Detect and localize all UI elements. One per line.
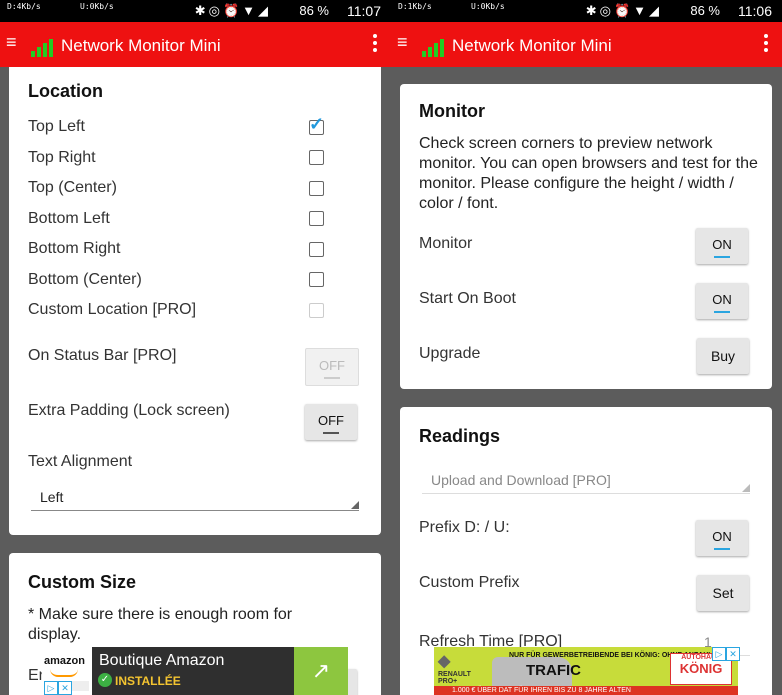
ad-model: TRAFIC (526, 662, 581, 679)
ad-close-icon[interactable]: ✕ (726, 647, 740, 661)
ad-info-icon[interactable]: ▷ (712, 647, 726, 661)
bottom-left-checkbox[interactable] (309, 211, 324, 226)
location-bottom-left-label: Bottom Left (28, 210, 110, 227)
location-top-center-label: Top (Center) (28, 179, 117, 196)
readings-mode-select[interactable]: Upload and Download [PRO] (422, 467, 750, 494)
ad-installed-status: INSTALLÉE (115, 674, 181, 688)
text-alignment-select[interactable]: Left (31, 484, 359, 511)
renault-ad-banner[interactable]: ◆ RENAULT PRO+ NUR FÜR GEWERBETREIBENDE … (434, 647, 738, 695)
clock: 11:06 (738, 3, 772, 19)
download-speed: D:1Kb/s (398, 2, 432, 11)
location-top-left-label: Top Left (28, 118, 85, 135)
location-bottom-center-label: Bottom (Center) (28, 271, 142, 288)
menu-icon[interactable]: ≡ (397, 32, 408, 53)
bottom-center-checkbox[interactable] (309, 272, 324, 287)
prefix-label: Prefix D: / U: (419, 519, 510, 536)
monitor-label: Monitor (419, 235, 473, 252)
open-external-icon[interactable]: ↗ (294, 647, 348, 695)
download-speed: D:4Kb/s (7, 2, 41, 11)
app-bar: ≡ Network Monitor Mini (0, 22, 391, 67)
battery-percent: 86 % (299, 3, 329, 18)
ad-close-icon[interactable]: ✕ (58, 681, 72, 695)
overflow-menu-icon[interactable] (764, 34, 768, 55)
ad-offer-strip: 1.000 € ÜBER DAT FÜR IHREN BIS ZU 8 JAHR… (434, 686, 738, 695)
check-circle-icon: ✓ (98, 673, 112, 687)
monitor-title: Monitor (419, 101, 485, 121)
location-title: Location (28, 81, 103, 101)
status-bar-toggle[interactable]: OFF (305, 348, 359, 386)
buy-button[interactable]: Buy (697, 338, 749, 374)
ad-info-icon[interactable]: ▷ (44, 681, 58, 695)
readings-title: Readings (419, 426, 501, 446)
location-custom-label: Custom Location [PRO] (28, 301, 197, 318)
app-title: Network Monitor Mini (61, 36, 221, 55)
amazon-ad-banner[interactable]: amazon Boutique Amazon ✓ INSTALLÉE ↗ (42, 647, 348, 695)
upload-speed: U:0Kb/s (80, 2, 114, 11)
location-card: Location Top Left ✓ Top Right Top (Cente… (9, 67, 381, 535)
dropdown-arrow-icon (742, 484, 750, 492)
app-title: Network Monitor Mini (452, 36, 612, 55)
signal-bars-icon (422, 39, 446, 57)
status-icons: ✱◎⏰▼◢ (194, 3, 271, 18)
overflow-menu-icon[interactable] (373, 34, 377, 55)
custom-size-note: * Make sure there is enough room for dis… (28, 606, 293, 643)
top-center-checkbox[interactable] (309, 181, 324, 196)
upgrade-label: Upgrade (419, 345, 481, 362)
prefix-toggle[interactable]: ON (696, 520, 748, 556)
status-bar: D:4Kb/s U:0Kb/s ✱◎⏰▼◢ 86 % 11:07 (0, 0, 391, 22)
start-on-boot-toggle[interactable]: ON (696, 283, 748, 319)
battery-percent: 86 % (690, 3, 720, 18)
status-bar-label: On Status Bar [PRO] (28, 347, 177, 364)
app-bar: ≡ Network Monitor Mini (391, 22, 782, 67)
monitor-description: Check screen corners to preview network … (419, 135, 758, 212)
signal-bars-icon (31, 39, 55, 57)
custom-size-title: Custom Size (28, 572, 137, 592)
top-right-checkbox[interactable] (309, 150, 324, 165)
left-screen: D:4Kb/s U:0Kb/s ✱◎⏰▼◢ 86 % 11:07 ≡ Netwo… (0, 0, 391, 695)
top-left-checkbox[interactable]: ✓ (309, 114, 324, 135)
renault-logo: ◆ RENAULT PRO+ (438, 653, 471, 685)
clock: 11:07 (347, 3, 381, 19)
bottom-right-checkbox[interactable] (309, 242, 324, 257)
extra-padding-toggle[interactable]: OFF (305, 404, 357, 440)
status-icons: ✱◎⏰▼◢ (585, 3, 662, 18)
extra-padding-label: Extra Padding (Lock screen) (28, 402, 230, 419)
location-top-right-label: Top Right (28, 149, 96, 166)
status-bar: D:1Kb/s U:0Kb/s ✱◎⏰▼◢ 86 % 11:06 (391, 0, 782, 22)
set-prefix-button[interactable]: Set (697, 575, 749, 611)
check-icon: ✓ (309, 114, 325, 134)
ad-title: Boutique Amazon (99, 652, 225, 669)
dropdown-arrow-icon (351, 501, 359, 509)
start-on-boot-label: Start On Boot (419, 290, 516, 307)
custom-location-checkbox[interactable] (309, 303, 324, 318)
menu-icon[interactable]: ≡ (6, 32, 17, 53)
upload-speed: U:0Kb/s (471, 2, 505, 11)
monitor-toggle[interactable]: ON (696, 228, 748, 264)
right-screen: D:1Kb/s U:0Kb/s ✱◎⏰▼◢ 86 % 11:06 ≡ Netwo… (391, 0, 782, 695)
text-alignment-label: Text Alignment (28, 453, 133, 470)
custom-prefix-label: Custom Prefix (419, 574, 520, 591)
monitor-card: Monitor Check screen corners to preview … (400, 84, 772, 389)
location-bottom-right-label: Bottom Right (28, 240, 121, 257)
